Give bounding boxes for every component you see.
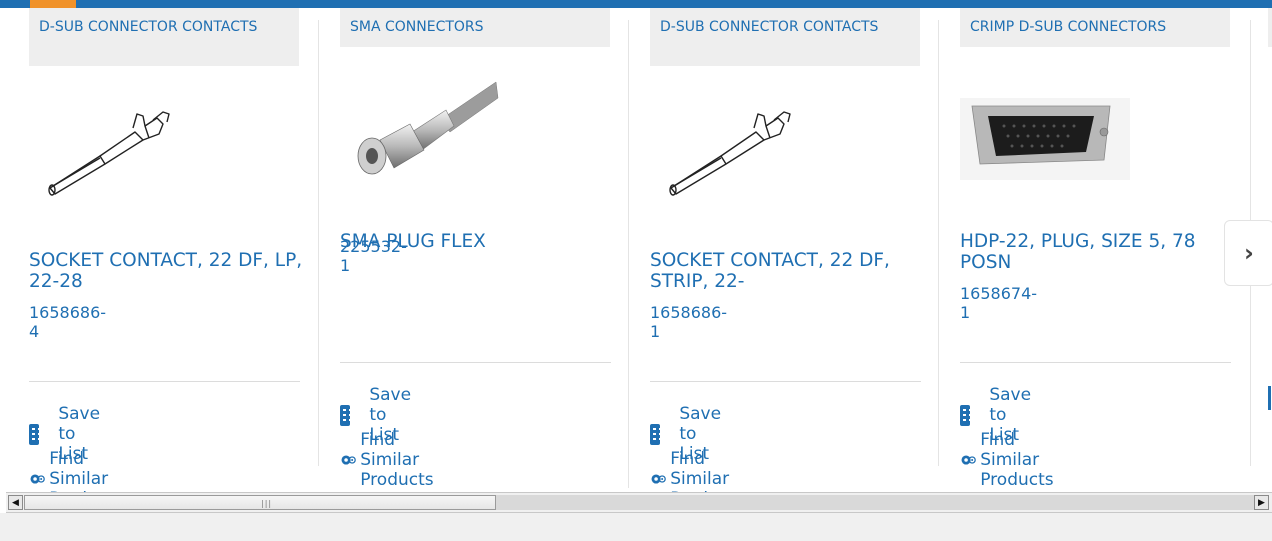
product-part-number[interactable]: 1658686-1 (650, 303, 727, 341)
card-separator (340, 362, 611, 363)
page-bottom-area (0, 513, 1272, 541)
find-similar-products-button[interactable]: Find Similar Products (960, 430, 1070, 490)
product-image[interactable] (666, 98, 806, 198)
gears-icon (651, 474, 666, 484)
top-brand-bar (0, 0, 1272, 8)
arrow-right-icon: ▶ (1258, 497, 1265, 508)
checklist-icon (960, 404, 977, 426)
checklist-icon (1268, 386, 1271, 410)
checklist-icon (650, 423, 667, 445)
chevron-right-icon: › (1244, 239, 1254, 267)
scrollbar-grip: ||| (261, 499, 273, 508)
gears-icon (30, 474, 45, 484)
horizontal-scrollbar[interactable]: ◀ ||| ▶ (6, 492, 1272, 513)
find-similar-label: Find Similar Products (980, 430, 1054, 490)
card-separator (960, 362, 1231, 363)
checklist-icon (29, 423, 46, 445)
arrow-left-icon: ◀ (12, 497, 19, 508)
card-separator (650, 381, 921, 382)
product-image[interactable] (960, 98, 1130, 180)
card-divider (628, 20, 629, 488)
find-similar-products-button[interactable]: Find Similar Products (650, 449, 760, 492)
find-similar-label: Find Similar Products (360, 430, 434, 490)
product-category[interactable]: CRIMP D-SUB CONNECTORS (960, 8, 1230, 47)
gears-icon (961, 455, 976, 465)
product-part-number[interactable]: 1658674-1 (960, 284, 1037, 322)
product-part-number[interactable]: 225532-1 (340, 237, 407, 275)
find-similar-label: Find Similar Products (670, 449, 743, 492)
product-image[interactable] (45, 98, 185, 198)
scrollbar-thumb[interactable]: ||| (24, 495, 496, 510)
product-carousel: D-SUB CONNECTOR CONTACTS SOCKET CONTACT,… (0, 8, 1272, 492)
gears-icon (341, 455, 356, 465)
product-category[interactable]: SMA CONNECTORS (340, 8, 610, 47)
product-part-number[interactable]: 1658686-4 (29, 303, 106, 341)
find-similar-label: Find Similar Products (49, 449, 122, 492)
product-image[interactable] (350, 80, 500, 180)
product-category[interactable] (1268, 8, 1272, 47)
product-title[interactable]: HDP-22, PLUG, SIZE 5, 78 POSN (960, 231, 1235, 273)
find-similar-products-button[interactable]: Find Similar Products (29, 449, 139, 492)
product-category[interactable]: D-SUB CONNECTOR CONTACTS (650, 8, 920, 66)
product-category[interactable]: D-SUB CONNECTOR CONTACTS (29, 8, 299, 66)
card-divider (938, 20, 939, 466)
scroll-left-arrow[interactable]: ◀ (8, 495, 23, 510)
product-title[interactable]: SOCKET CONTACT, 22 DF, STRIP, 22- (650, 250, 925, 292)
card-separator (29, 381, 300, 382)
scroll-right-arrow[interactable]: ▶ (1254, 495, 1269, 510)
find-similar-products-button[interactable]: Find Similar Products (340, 430, 450, 490)
product-title[interactable]: SOCKET CONTACT, 22 DF, LP, 22-28 (29, 250, 304, 292)
scrollbar-track[interactable] (496, 495, 1256, 510)
card-divider (318, 20, 319, 466)
carousel-next-button[interactable]: › (1224, 220, 1272, 286)
checklist-icon (340, 404, 357, 426)
top-accent-bar (30, 0, 76, 8)
